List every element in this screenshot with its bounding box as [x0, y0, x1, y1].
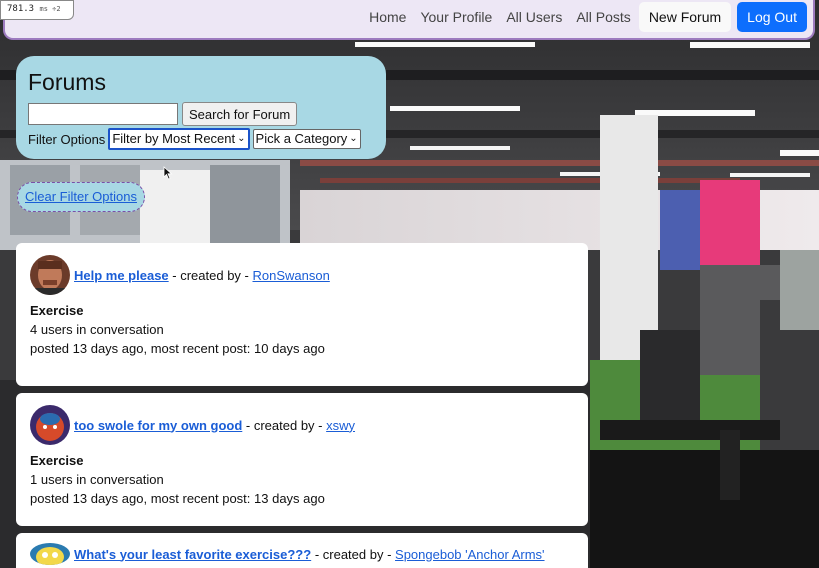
- nav-users-link[interactable]: All Users: [506, 2, 562, 32]
- man-portrait-icon[interactable]: [30, 255, 70, 295]
- created-by-label: - created by -: [314, 546, 392, 562]
- top-navbar: Home Your Profile All Users All Posts Ne…: [3, 0, 815, 40]
- filter-options-label: Filter Options: [28, 131, 106, 147]
- forum-title-link[interactable]: Help me please: [74, 268, 169, 283]
- chevron-down-icon: ⌄: [237, 133, 246, 144]
- forum-category: Exercise: [30, 453, 84, 468]
- creator-link[interactable]: RonSwanson: [253, 268, 330, 283]
- forum-title-link[interactable]: What's your least favorite exercise???: [74, 547, 311, 562]
- forums-filter-panel: Forums Search for Forum Filter Options F…: [16, 56, 386, 159]
- cartoon-avatar-icon[interactable]: [30, 405, 70, 445]
- created-by-label: - created by -: [245, 417, 323, 433]
- creator-link[interactable]: Spongebob 'Anchor Arms': [395, 547, 545, 562]
- perf-meter: 781.3 ms ÷2: [0, 0, 74, 20]
- forum-title-link[interactable]: too swole for my own good: [74, 418, 242, 433]
- forum-card: What's your least favorite exercise??? -…: [16, 533, 588, 568]
- forum-category: Exercise: [30, 303, 84, 318]
- nav-links: Home Your Profile All Users All Posts Ne…: [355, 2, 807, 32]
- page-title: Forums: [28, 69, 106, 95]
- filter-row: Filter Options Filter by Most Recent ⌄ P…: [28, 128, 374, 150]
- creator-link[interactable]: xswy: [326, 418, 355, 433]
- perf-meter-unit: ms ÷2: [39, 5, 61, 13]
- forum-card: Help me please - created by - RonSwanson…: [16, 243, 588, 386]
- forum-users-count: 4 users in conversation: [30, 322, 164, 337]
- nav-home-link[interactable]: Home: [369, 2, 406, 32]
- sort-select[interactable]: Filter by Most Recent ⌄: [108, 128, 250, 150]
- category-select-value: Pick a Category: [255, 131, 348, 146]
- perf-meter-value: 781.3: [7, 4, 35, 14]
- logout-button[interactable]: Log Out: [737, 2, 807, 32]
- forum-post-times: posted 13 days ago, most recent post: 13…: [30, 491, 325, 506]
- nav-posts-link[interactable]: All Posts: [576, 2, 630, 32]
- forum-card-header: Help me please - created by - RonSwanson: [30, 255, 574, 295]
- forum-card: too swole for my own good - created by -…: [16, 393, 588, 526]
- forum-card-title-row: too swole for my own good - created by -…: [74, 418, 355, 433]
- new-forum-button[interactable]: New Forum: [638, 2, 732, 32]
- chevron-down-icon: ⌄: [349, 133, 358, 144]
- forum-card-header: too swole for my own good - created by -…: [30, 405, 574, 445]
- sort-select-value: Filter by Most Recent: [112, 131, 236, 146]
- clear-filter-button[interactable]: Clear Filter Options: [17, 182, 145, 212]
- forum-card-header: What's your least favorite exercise??? -…: [30, 543, 574, 565]
- search-forum-button[interactable]: Search for Forum: [182, 102, 298, 126]
- mouse-pointer-icon: [163, 166, 173, 180]
- forum-card-title-row: Help me please - created by - RonSwanson: [74, 268, 330, 283]
- nav-profile-link[interactable]: Your Profile: [420, 2, 492, 32]
- forum-post-times: posted 13 days ago, most recent post: 10…: [30, 341, 325, 356]
- search-row: Search for Forum: [28, 102, 374, 126]
- category-select[interactable]: Pick a Category ⌄: [252, 129, 361, 149]
- forum-card-title-row: What's your least favorite exercise??? -…: [74, 547, 545, 562]
- forum-search-input[interactable]: [28, 103, 178, 125]
- forum-users-count: 1 users in conversation: [30, 472, 164, 487]
- spongebob-avatar-icon[interactable]: [30, 543, 70, 565]
- created-by-label: - created by -: [172, 267, 249, 283]
